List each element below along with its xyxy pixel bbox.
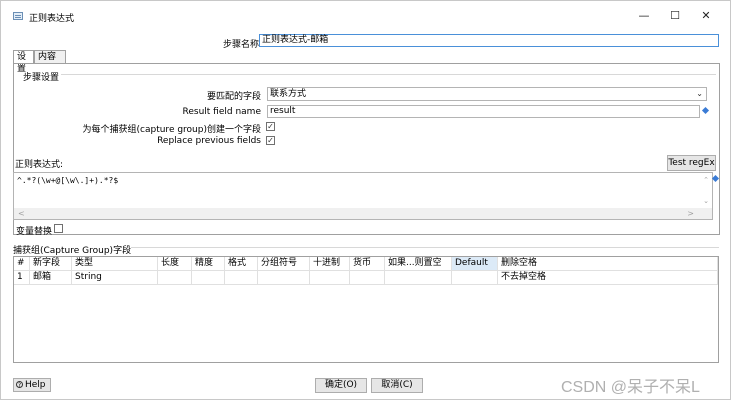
column-header[interactable]: 类型	[72, 257, 158, 271]
match-field-value: 联系方式	[270, 89, 307, 99]
scroll-down-icon[interactable]: ⌄	[703, 197, 709, 205]
variable-substitution-label: 变量替换	[16, 227, 53, 237]
cancel-button[interactable]: 取消(C)	[371, 378, 423, 393]
table-cell[interactable]: 不去掉空格	[498, 271, 718, 285]
horizontal-scrollbar[interactable]: < >	[14, 208, 712, 219]
chevron-down-icon: ⌄	[696, 89, 703, 98]
column-header[interactable]: Default	[452, 257, 498, 271]
help-label: Help	[25, 380, 46, 390]
replace-previous-label: Replace previous fields	[157, 136, 261, 146]
window-title: 正则表达式	[29, 14, 75, 24]
group-divider	[61, 74, 716, 75]
test-regex-button[interactable]: Test regEx	[667, 155, 716, 171]
regex-label: 正则表达式:	[15, 160, 64, 170]
watermark: CSDN @呆子不呆L	[561, 379, 700, 396]
column-header[interactable]: 如果...则置空	[385, 257, 452, 271]
title-bar: 正则表达式 — ☐ ✕	[1, 1, 730, 31]
column-header[interactable]: 新字段	[30, 257, 72, 271]
capture-group-table[interactable]: # 新字段 类型 长度 精度 格式 分组符号 十进制 货币 如果...则置空 D…	[13, 256, 719, 363]
table-header: # 新字段 类型 长度 精度 格式 分组符号 十进制 货币 如果...则置空 D…	[14, 257, 718, 271]
scroll-up-icon[interactable]: ⌃	[703, 176, 709, 184]
column-header[interactable]: 精度	[192, 257, 225, 271]
table-cell[interactable]	[385, 271, 452, 285]
table-cell[interactable]: 1	[14, 271, 30, 285]
column-header[interactable]: 十进制	[310, 257, 350, 271]
table-cell[interactable]: String	[72, 271, 158, 285]
result-field-label: Result field name	[182, 107, 261, 117]
column-header[interactable]: 删除空格	[498, 257, 718, 271]
table-cell[interactable]	[452, 271, 498, 285]
step-name-label: 步骤名称	[223, 40, 260, 50]
scroll-right-icon[interactable]: >	[687, 208, 694, 219]
tab-settings[interactable]: 设置	[13, 50, 34, 74]
table-cell[interactable]: 邮箱	[30, 271, 72, 285]
variable-substitution-checkbox[interactable]	[54, 224, 63, 233]
help-icon: ?	[16, 381, 23, 389]
help-button[interactable]: ? Help	[13, 378, 51, 392]
capture-group-checkbox[interactable]: ✓	[266, 122, 275, 131]
table-cell[interactable]	[310, 271, 350, 285]
regex-window-icon	[13, 12, 23, 20]
table-cell[interactable]	[258, 271, 310, 285]
capture-group-fields-label: 捕获组(Capture Group)字段	[13, 246, 132, 256]
table-cell[interactable]	[350, 271, 385, 285]
ok-button[interactable]: 确定(O)	[315, 378, 367, 393]
step-name-input[interactable]: 正则表达式-邮箱	[259, 34, 719, 47]
column-header[interactable]: 货币	[350, 257, 385, 271]
column-header[interactable]: #	[14, 257, 30, 271]
maximize-button[interactable]: ☐	[662, 7, 688, 25]
regex-dialog-window: 正则表达式 — ☐ ✕ 步骤名称 正则表达式-邮箱 设置 内容 步骤设置 要匹配…	[0, 0, 731, 400]
capture-group-label: 为每个捕获组(capture group)创建一个字段	[82, 125, 261, 135]
replace-previous-checkbox[interactable]: ✓	[266, 136, 275, 145]
match-field-label: 要匹配的字段	[206, 92, 261, 102]
table-cell[interactable]	[225, 271, 258, 285]
close-button[interactable]: ✕	[693, 7, 719, 25]
table-cell[interactable]	[158, 271, 192, 285]
capture-group-divider	[131, 247, 719, 248]
regex-textarea[interactable]: ^.*?(\w+@[\w\.]+).*?$ ⌃ ⌄ < >	[13, 172, 713, 220]
scroll-left-icon[interactable]: <	[18, 208, 25, 219]
table-cell[interactable]	[192, 271, 225, 285]
column-header[interactable]: 长度	[158, 257, 192, 271]
column-header[interactable]: 格式	[225, 257, 258, 271]
column-header[interactable]: 分组符号	[258, 257, 310, 271]
step-settings-group-title: 步骤设置	[23, 73, 60, 83]
result-field-input[interactable]: result	[267, 105, 700, 118]
regex-value: ^.*?(\w+@[\w\.]+).*?$	[17, 176, 119, 185]
minimize-button[interactable]: —	[631, 7, 657, 25]
match-field-select[interactable]: 联系方式 ⌄	[267, 87, 707, 101]
tab-content[interactable]: 内容	[34, 50, 66, 63]
